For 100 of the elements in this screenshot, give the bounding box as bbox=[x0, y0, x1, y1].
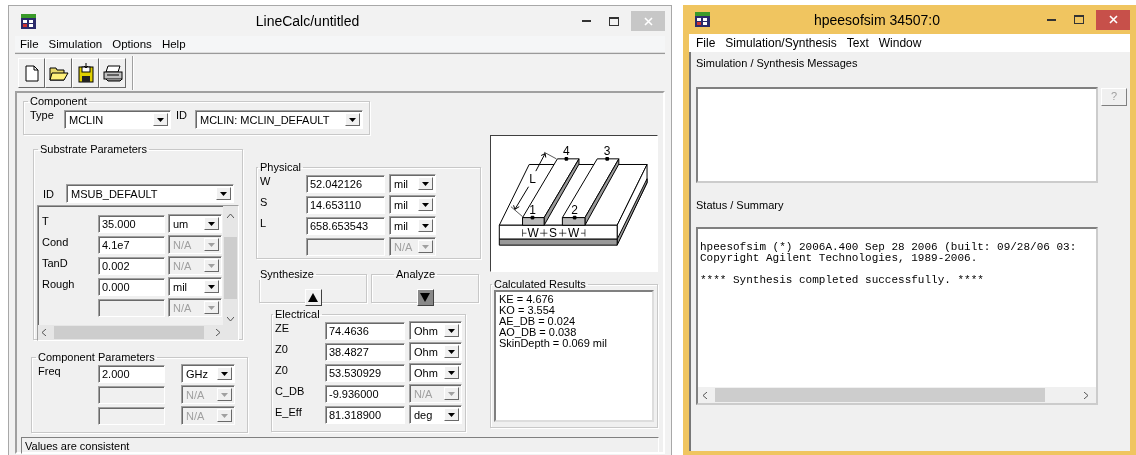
parameter-label: L bbox=[260, 216, 268, 229]
parameter-label: Cond bbox=[42, 235, 70, 248]
unit-dropdown[interactable]: Ohm bbox=[409, 363, 462, 382]
arrow-up-icon bbox=[308, 292, 318, 302]
result-line: AO_DB = 0.038 bbox=[499, 327, 577, 338]
app-icon bbox=[695, 12, 710, 27]
unit-dropdown[interactable]: mil bbox=[389, 216, 436, 235]
scroll-right-icon bbox=[1084, 391, 1088, 399]
port-label: 2 bbox=[571, 202, 578, 217]
log-line: **** Synthesis completed successfully. **** bbox=[700, 275, 985, 286]
value-field[interactable]: 658.653543 bbox=[306, 216, 385, 235]
value-field[interactable]: -9.936000 bbox=[325, 384, 405, 403]
caret-icon bbox=[208, 242, 215, 247]
caret-icon bbox=[422, 181, 429, 186]
menu-item[interactable]: File bbox=[15, 38, 44, 50]
value-field[interactable]: 14.653110 bbox=[306, 195, 385, 214]
menu-item[interactable]: Options bbox=[107, 38, 157, 50]
group-label: Substrate Parameters bbox=[39, 143, 148, 155]
printer-icon bbox=[102, 64, 123, 82]
group-label: Calculated Results bbox=[493, 278, 587, 290]
vertical-scrollbar[interactable] bbox=[223, 206, 238, 325]
menu-item[interactable]: File bbox=[691, 36, 721, 50]
value-field[interactable]: 74.4636 bbox=[325, 321, 405, 340]
caret-icon bbox=[221, 392, 228, 397]
value-field[interactable]: 0.000 bbox=[98, 277, 165, 296]
port-label: 4 bbox=[563, 144, 570, 159]
group-label: Physical bbox=[259, 161, 302, 173]
value-field[interactable]: 52.042126 bbox=[306, 174, 385, 193]
value-field[interactable] bbox=[98, 385, 165, 404]
dimension-label: W bbox=[568, 226, 580, 241]
unit-dropdown[interactable]: Ohm bbox=[409, 342, 462, 361]
unit-dropdown[interactable]: mil bbox=[389, 174, 436, 193]
caret-icon bbox=[448, 370, 455, 375]
unit-dropdown[interactable]: mil bbox=[168, 277, 222, 296]
window-title: hpeesofsim 34507:0 bbox=[812, 11, 942, 28]
group-label: Analyze bbox=[395, 268, 437, 280]
synthesize-button[interactable] bbox=[304, 288, 322, 306]
parameter-label: C_DB bbox=[275, 384, 306, 397]
id-dropdown[interactable]: MCLIN: MCLIN_DEFAULT bbox=[195, 110, 363, 129]
value-field[interactable]: 38.4827 bbox=[325, 342, 405, 361]
analyze-button[interactable] bbox=[416, 288, 434, 306]
new-button[interactable] bbox=[18, 58, 45, 88]
scroll-up-icon bbox=[227, 214, 234, 218]
id-label: ID bbox=[175, 109, 188, 121]
dimension-label: S bbox=[549, 226, 558, 241]
caret-icon bbox=[221, 371, 228, 376]
unit-dropdown[interactable]: mil bbox=[389, 195, 436, 214]
horizontal-scrollbar[interactable] bbox=[38, 325, 238, 340]
value-field[interactable]: 2.000 bbox=[98, 364, 165, 383]
value-field[interactable]: 53.530929 bbox=[325, 363, 405, 382]
caret-icon bbox=[208, 263, 215, 268]
value-field[interactable] bbox=[98, 406, 165, 425]
menu-item[interactable]: Simulation/Synthesis bbox=[720, 36, 842, 50]
value-field[interactable] bbox=[98, 298, 165, 317]
value-field[interactable]: 81.318900 bbox=[325, 405, 405, 424]
caret-icon bbox=[220, 191, 227, 196]
parameter-label: Rough bbox=[42, 277, 76, 290]
caret-icon bbox=[448, 391, 455, 396]
horizontal-scrollbar[interactable] bbox=[698, 387, 1096, 403]
id-dropdown[interactable]: MSUB_DEFAULT bbox=[66, 184, 234, 203]
menu-item[interactable]: Help bbox=[156, 38, 191, 50]
close-button[interactable] bbox=[1096, 9, 1130, 30]
parameter-label: T bbox=[42, 214, 50, 227]
scroll-thumb[interactable] bbox=[715, 388, 1045, 402]
open-button[interactable] bbox=[45, 58, 72, 88]
result-line: KE = 4.676 bbox=[499, 294, 555, 305]
caret-icon bbox=[448, 328, 455, 333]
parameter-label: E_Eff bbox=[275, 405, 303, 418]
section-label: Status / Summary bbox=[696, 199, 785, 211]
parameter-label: TanD bbox=[42, 256, 69, 269]
value-field[interactable]: 4.1e7 bbox=[98, 235, 165, 254]
menu-item[interactable]: Simulation bbox=[43, 38, 108, 50]
parameter-label: S bbox=[260, 195, 269, 208]
group-label: Synthesize bbox=[259, 268, 315, 280]
folder-icon bbox=[48, 65, 69, 81]
print-button[interactable] bbox=[99, 58, 126, 88]
unit-dropdown[interactable]: Ohm bbox=[409, 321, 462, 340]
unit-dropdown[interactable]: GHz bbox=[181, 364, 235, 383]
parameter-label: Freq bbox=[38, 364, 62, 377]
caret-icon bbox=[221, 413, 228, 418]
caret-icon bbox=[208, 221, 215, 226]
value-field[interactable]: 35.000 bbox=[98, 214, 165, 233]
scroll-thumb[interactable] bbox=[54, 326, 204, 339]
dimension-label: W bbox=[527, 226, 539, 241]
parameter-label: W bbox=[260, 174, 272, 187]
type-dropdown[interactable]: MCLIN bbox=[64, 110, 171, 129]
save-button[interactable] bbox=[72, 58, 99, 88]
unit-dropdown[interactable]: um bbox=[168, 214, 222, 233]
value-field[interactable]: 0.002 bbox=[98, 256, 165, 275]
menu-item[interactable]: Window bbox=[873, 36, 927, 50]
port-label: 3 bbox=[603, 144, 611, 159]
result-line: AE_DB = 0.024 bbox=[499, 316, 577, 327]
unit-dropdown[interactable]: deg bbox=[409, 405, 462, 424]
menu-item[interactable]: Text bbox=[841, 36, 874, 50]
group-label: Component bbox=[29, 95, 88, 107]
close-icon bbox=[1108, 15, 1118, 24]
value-field[interactable] bbox=[306, 237, 385, 256]
scroll-down-icon bbox=[227, 317, 234, 321]
scroll-left-icon bbox=[703, 391, 707, 399]
scroll-thumb[interactable] bbox=[224, 236, 237, 299]
